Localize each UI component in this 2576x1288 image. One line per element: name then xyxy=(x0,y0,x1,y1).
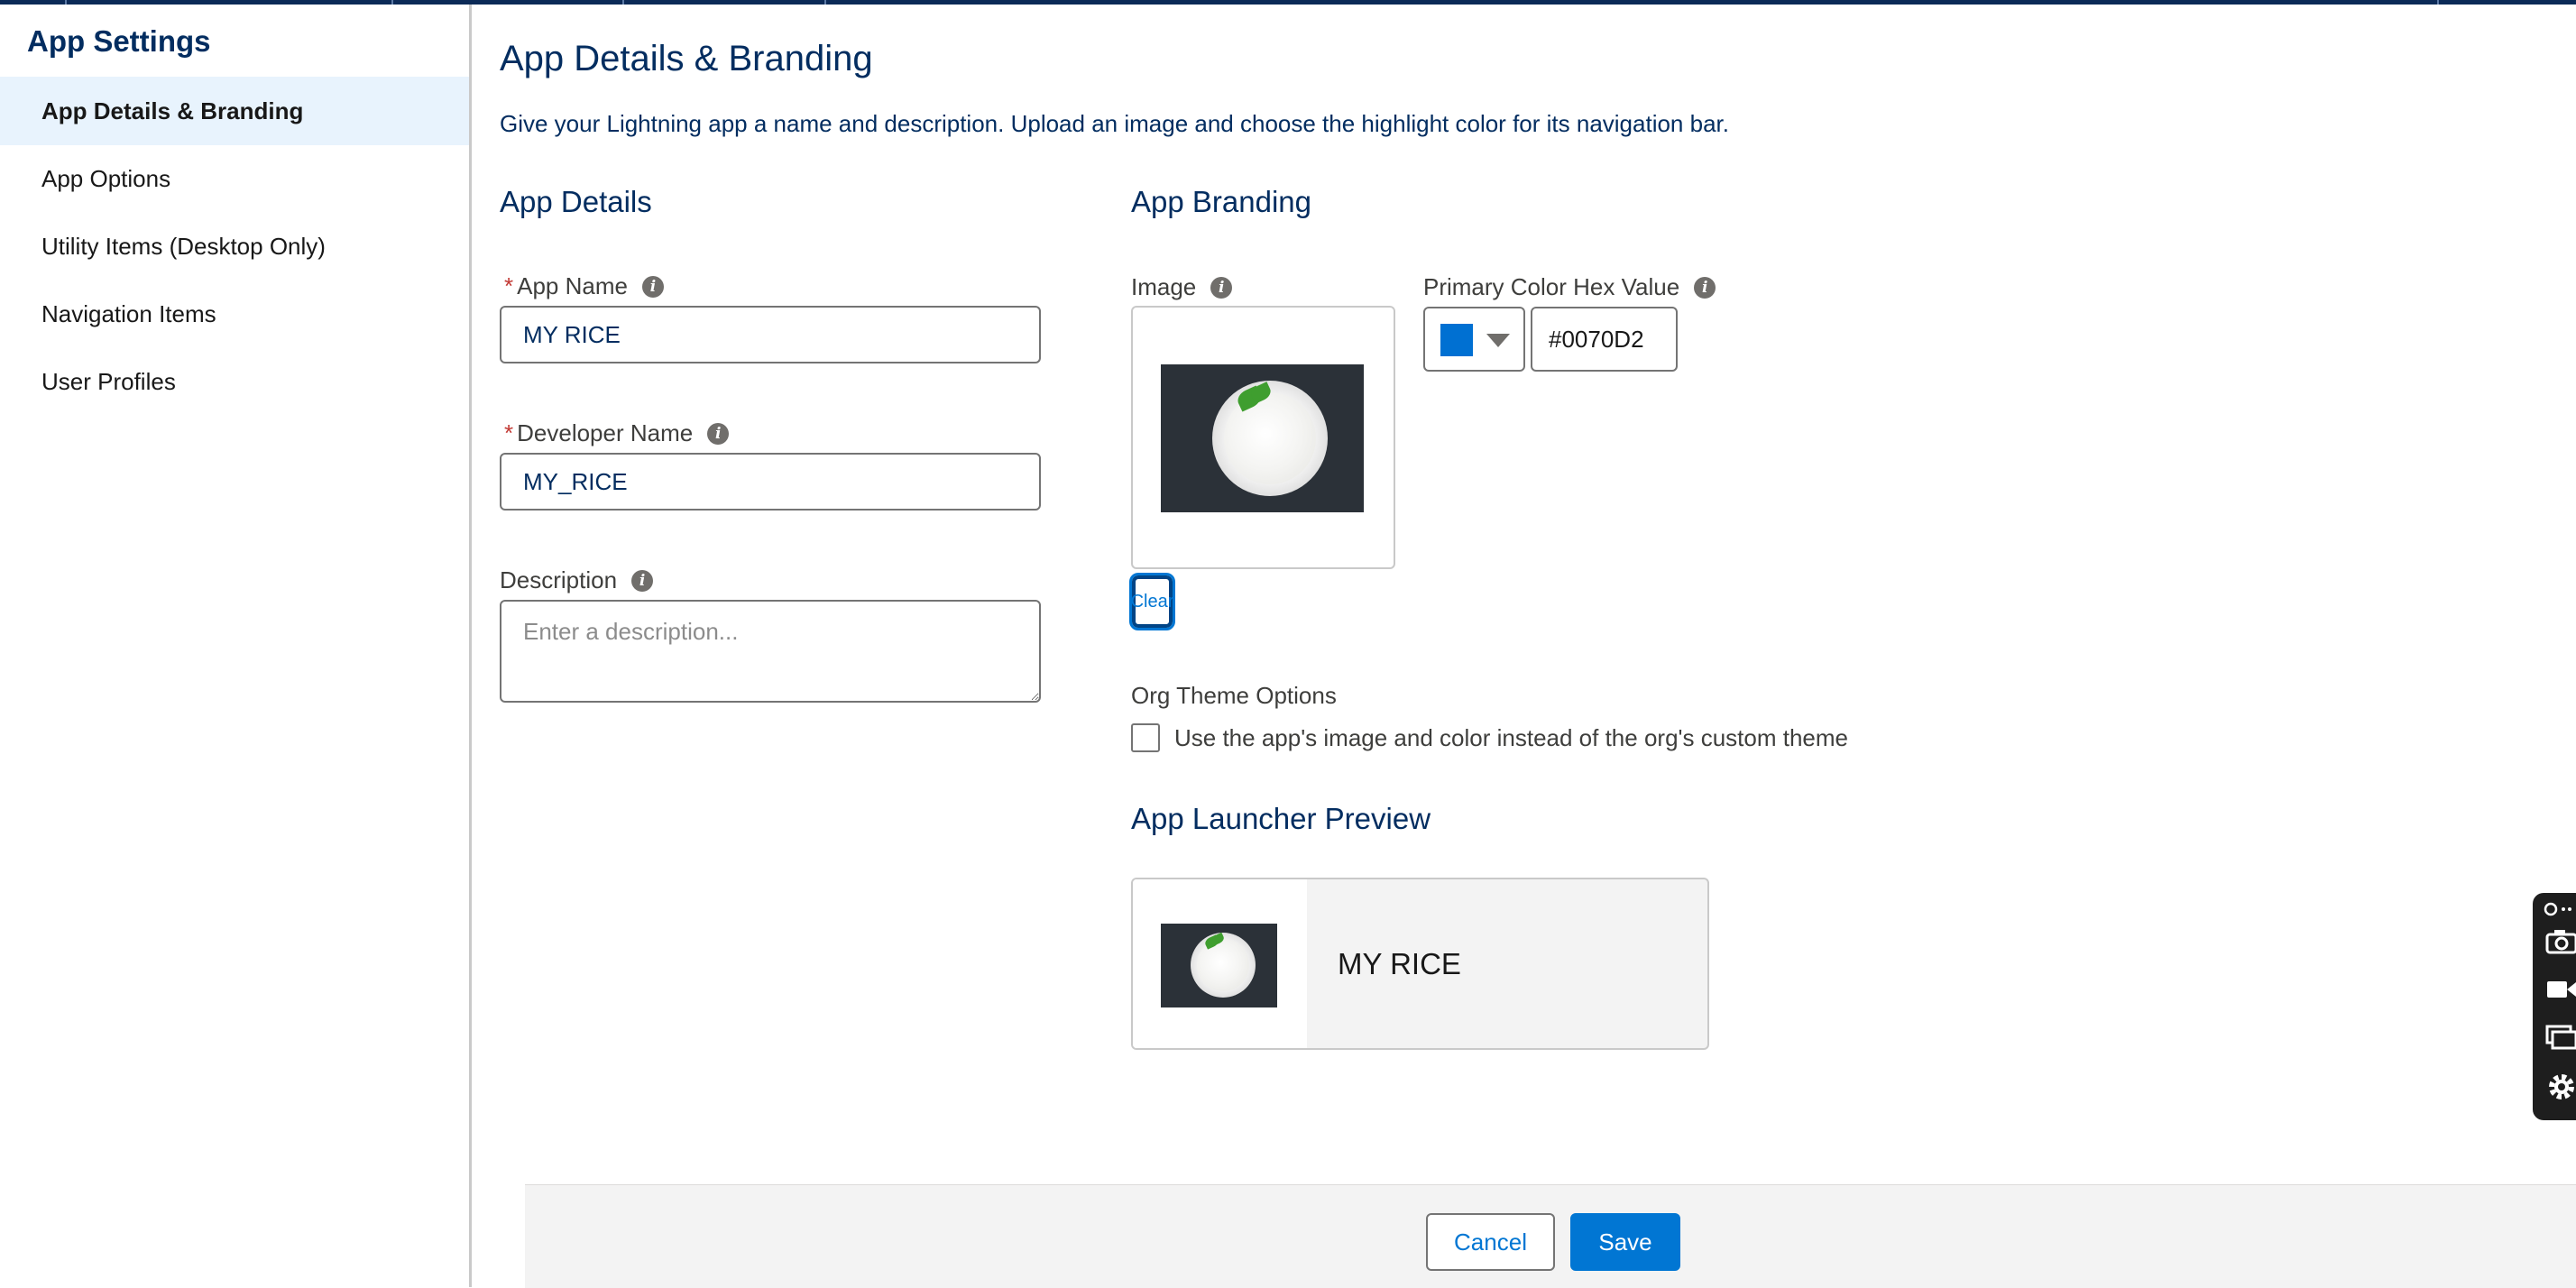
chevron-down-icon xyxy=(1486,334,1510,347)
sidebar-item-app-details-branding[interactable]: App Details & Branding xyxy=(0,77,469,145)
developer-name-label-text: Developer Name xyxy=(517,419,694,446)
primary-color-label: Primary Color Hex Value i xyxy=(1423,273,1716,301)
launcher-preview-heading: App Launcher Preview xyxy=(1131,802,1431,835)
app-launcher-preview: MY RICE xyxy=(1131,878,1709,1050)
preview-image-panel xyxy=(1133,879,1307,1048)
gear-icon[interactable] xyxy=(2544,1072,2576,1102)
app-branding-heading: App Branding xyxy=(1131,185,1311,218)
color-picker-button[interactable] xyxy=(1423,307,1525,372)
sidebar-item-utility-items[interactable]: Utility Items (Desktop Only) xyxy=(0,212,469,281)
camera-icon[interactable] xyxy=(2544,927,2576,954)
app-image-thumbnail xyxy=(1161,364,1364,512)
info-icon[interactable]: i xyxy=(631,569,654,592)
rice-image xyxy=(1197,939,1249,991)
sidebar-item-navigation-items[interactable]: Navigation Items xyxy=(0,280,469,348)
info-icon[interactable]: i xyxy=(641,275,664,298)
required-marker: * xyxy=(504,419,514,446)
info-icon[interactable]: i xyxy=(1694,276,1716,299)
main-content: App Details & Branding Give your Lightni… xyxy=(472,5,2576,1287)
description-textarea[interactable] xyxy=(500,600,1041,703)
sidebar-title: App Settings xyxy=(27,24,211,58)
settings-sidebar: App Settings App Details & Branding App … xyxy=(0,5,472,1287)
org-theme-checkbox-label[interactable]: Use the app's image and color instead of… xyxy=(1174,724,1848,752)
app-name-input[interactable] xyxy=(500,306,1041,363)
image-upload-box[interactable] xyxy=(1131,306,1395,569)
color-swatch xyxy=(1440,324,1473,356)
org-theme-checkbox[interactable] xyxy=(1131,723,1160,752)
description-label: Description i xyxy=(500,566,654,594)
image-label: Image i xyxy=(1131,273,1233,301)
floating-toolbar xyxy=(2533,893,2576,1120)
sidebar-item-user-profiles[interactable]: User Profiles xyxy=(0,347,469,416)
cancel-button[interactable]: Cancel xyxy=(1426,1213,1555,1271)
action-footer: Cancel Save xyxy=(525,1184,2576,1288)
sidebar-item-app-options[interactable]: App Options xyxy=(0,144,469,213)
preview-app-name: MY RICE xyxy=(1338,947,1461,980)
clear-image-button[interactable]: Clear xyxy=(1129,573,1175,630)
app-details-heading: App Details xyxy=(500,185,652,218)
pin-icon[interactable] xyxy=(2544,900,2576,918)
required-marker: * xyxy=(504,272,514,299)
window-icon[interactable] xyxy=(2544,1024,2576,1051)
org-theme-label: Org Theme Options xyxy=(1131,682,1337,709)
rice-image xyxy=(1224,392,1316,484)
page-description: Give your Lightning app a name and descr… xyxy=(500,110,1729,137)
page-title: App Details & Branding xyxy=(500,39,873,78)
info-icon[interactable]: i xyxy=(1210,276,1233,299)
developer-name-label: * Developer Name i xyxy=(504,419,730,447)
app-name-label: * App Name i xyxy=(504,272,664,300)
info-icon[interactable]: i xyxy=(707,422,730,445)
preview-image-thumbnail xyxy=(1161,924,1277,1007)
hex-color-input[interactable] xyxy=(1531,307,1678,372)
save-button[interactable]: Save xyxy=(1570,1213,1680,1271)
primary-color-label-text: Primary Color Hex Value xyxy=(1423,273,1680,300)
video-icon[interactable] xyxy=(2544,976,2576,1003)
image-label-text: Image xyxy=(1131,273,1197,300)
description-label-text: Description xyxy=(500,566,618,593)
app-name-label-text: App Name xyxy=(517,272,628,299)
developer-name-input[interactable] xyxy=(500,453,1041,511)
